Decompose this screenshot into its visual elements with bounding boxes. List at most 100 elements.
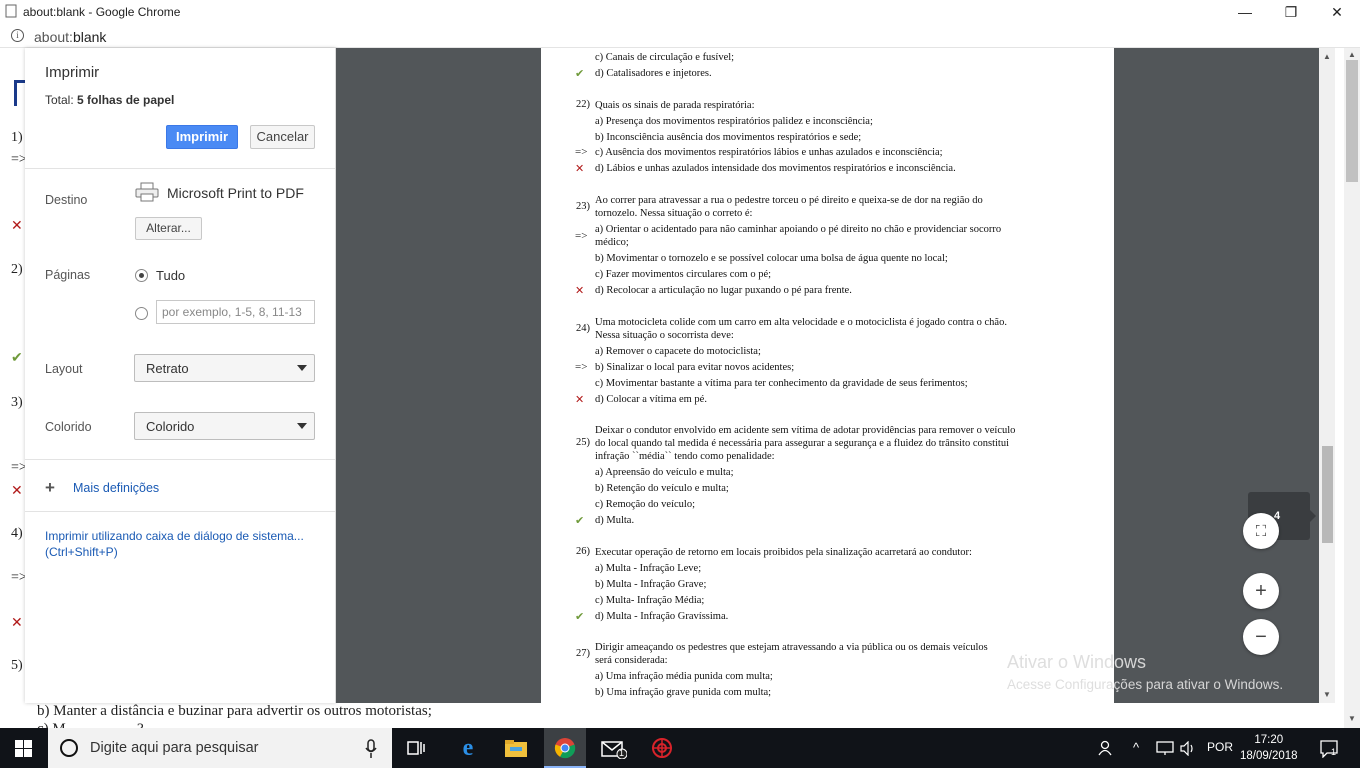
answer-line: d) Catalisadores e injetores. bbox=[595, 68, 712, 79]
pages-custom-radio[interactable] bbox=[135, 307, 148, 320]
mail-badge: 1 bbox=[619, 748, 625, 758]
more-settings-link[interactable]: + Mais definições bbox=[45, 478, 159, 498]
url-scheme: about: bbox=[34, 29, 73, 45]
windows-activation-watermark: Ativar o Windows Acesse Configurações pa… bbox=[1007, 652, 1283, 692]
question-text: Dirigir ameaçando os pedestres que estej… bbox=[595, 642, 988, 666]
bg-line: b) Manter a distância e buzinar para adv… bbox=[37, 703, 432, 719]
tray-chevron-icon[interactable]: ^ bbox=[1133, 740, 1139, 755]
answer-line: b) Inconsciência ausência dos movimentos… bbox=[595, 132, 862, 143]
zoom-out-button[interactable]: − bbox=[1243, 619, 1279, 655]
divider bbox=[25, 511, 335, 512]
clock-time: 17:20 bbox=[1254, 734, 1284, 746]
bg-item: 1) bbox=[11, 130, 23, 145]
question-text: Executar operação de retorno em locais p… bbox=[595, 547, 972, 558]
system-dialog-text: Imprimir utilizando caixa de diálogo de … bbox=[45, 529, 304, 543]
answer-line: b) Movimentar o tornozelo e se possível … bbox=[595, 253, 948, 264]
answer-line: a) Multa - Infração Leve; bbox=[595, 563, 702, 574]
edge-icon[interactable]: e bbox=[454, 734, 482, 762]
scroll-down-arrow-icon[interactable]: ▼ bbox=[1319, 690, 1335, 699]
system-dialog-link[interactable]: Imprimir utilizando caixa de diálogo de … bbox=[45, 528, 325, 560]
volume-icon[interactable] bbox=[1180, 741, 1196, 756]
color-label: Colorido bbox=[45, 420, 92, 434]
question-number: 26) bbox=[576, 546, 590, 557]
scroll-down-arrow-icon[interactable]: ▼ bbox=[1344, 714, 1360, 723]
close-window-button[interactable]: ✕ bbox=[1314, 0, 1360, 24]
notification-badge: 1 bbox=[1331, 747, 1337, 757]
zoom-in-button[interactable]: + bbox=[1243, 573, 1279, 609]
answer-line: d) Multa. bbox=[595, 515, 635, 526]
divider bbox=[25, 459, 335, 460]
answer-line: c) Remoção do veículo; bbox=[595, 499, 696, 510]
question-number: 22) bbox=[576, 99, 590, 110]
answer-line: d) Colocar a vítima em pé. bbox=[595, 394, 707, 405]
scroll-up-arrow-icon[interactable]: ▲ bbox=[1319, 52, 1335, 61]
answer-line: b) Uma infração grave punida com multa; bbox=[595, 687, 772, 698]
language-indicator[interactable]: POR bbox=[1207, 740, 1233, 754]
windows-start-icon[interactable] bbox=[15, 740, 32, 757]
question-number: 25) bbox=[576, 437, 590, 448]
answer-line: a) Remover o capacete do motociclista; bbox=[595, 346, 761, 357]
cancel-button[interactable]: Cancelar bbox=[250, 125, 315, 149]
network-icon[interactable] bbox=[1156, 741, 1174, 756]
dropdown-arrow-icon bbox=[297, 365, 307, 371]
antivirus-icon[interactable] bbox=[651, 737, 673, 759]
answer-line: c) Canais de circulação e fusível; bbox=[595, 52, 735, 63]
page-scrollbar[interactable] bbox=[1344, 48, 1360, 728]
preview-scrollbar-thumb[interactable] bbox=[1322, 446, 1333, 543]
taskbar-search[interactable]: Digite aqui para pesquisar bbox=[48, 728, 392, 768]
taskbar-clock[interactable]: 17:20 18/09/2018 bbox=[1240, 732, 1298, 764]
restore-button[interactable]: ❐ bbox=[1268, 0, 1314, 24]
answer-line: a) Uma infração média punida com multa; bbox=[595, 671, 773, 682]
preview-scrollbar[interactable] bbox=[1319, 48, 1335, 703]
arrow-mark-icon: => bbox=[575, 230, 588, 242]
bg-line: c) M... ... ... ... ...? bbox=[37, 721, 144, 728]
answer-line: c) Fazer movimentos circulares com o pé; bbox=[595, 269, 772, 280]
layout-select[interactable]: Retrato bbox=[134, 354, 315, 382]
answer-line: c) Ausência dos movimentos respiratórios… bbox=[595, 147, 943, 158]
answer-line: c) Multa- Infração Média; bbox=[595, 595, 705, 606]
activation-title: Ativar o Windows bbox=[1007, 652, 1147, 672]
pages-all-radio[interactable] bbox=[135, 269, 148, 282]
bg-item: 3) bbox=[11, 395, 23, 410]
more-settings-label: Mais definições bbox=[73, 481, 160, 495]
minimize-button[interactable]: — bbox=[1222, 0, 1268, 24]
people-icon[interactable] bbox=[1097, 739, 1113, 757]
address-bar[interactable] bbox=[0, 24, 1360, 48]
info-icon[interactable]: i bbox=[11, 29, 24, 42]
url-text[interactable]: about:blank bbox=[34, 29, 106, 45]
window-titlebar bbox=[0, 0, 1360, 24]
file-explorer-icon[interactable] bbox=[504, 739, 528, 758]
arrow-mark-icon: => bbox=[575, 361, 588, 373]
pages-label: Páginas bbox=[45, 268, 91, 282]
question-text: Uma motocicleta colide com um carro em a… bbox=[595, 317, 1007, 341]
answer-line: a) Apreensão do veículo e multa; bbox=[595, 467, 734, 478]
pages-all-label[interactable]: Tudo bbox=[156, 268, 185, 283]
bg-check-mark-icon: ✔ bbox=[11, 351, 23, 366]
dropdown-arrow-icon bbox=[297, 423, 307, 429]
color-select[interactable]: Colorido bbox=[134, 412, 315, 440]
cortana-icon bbox=[60, 739, 78, 757]
arrow-mark-icon: => bbox=[575, 146, 588, 158]
divider bbox=[25, 168, 335, 169]
fit-to-page-icon[interactable]: ⛶ bbox=[1243, 513, 1279, 549]
total-label: Total: bbox=[45, 93, 74, 107]
bg-item: 5) bbox=[11, 658, 23, 673]
bg-x-mark-icon: ✕ bbox=[11, 219, 23, 234]
task-view-icon[interactable] bbox=[406, 738, 426, 758]
microphone-icon[interactable] bbox=[364, 739, 378, 759]
bg-x-mark-icon: ✕ bbox=[11, 484, 23, 499]
print-settings-panel: Imprimir Total: 5 folhas de papel Imprim… bbox=[25, 48, 336, 703]
question-number: 24) bbox=[576, 323, 590, 334]
scroll-up-arrow-icon[interactable]: ▲ bbox=[1344, 50, 1360, 59]
notifications-icon[interactable] bbox=[1320, 740, 1340, 758]
answer-line: d) Lábios e unhas azulados intensidade d… bbox=[595, 163, 956, 174]
change-destination-button[interactable]: Alterar... bbox=[135, 217, 202, 240]
pages-input[interactable]: por exemplo, 1-5, 8, 11-13 bbox=[156, 300, 315, 324]
clock-date: 18/09/2018 bbox=[1240, 750, 1298, 762]
activation-subtitle: Acesse Configurações para ativar o Windo… bbox=[1007, 677, 1284, 692]
print-preview[interactable]: c) Canais de circulação e fusível; ✔ d) … bbox=[336, 48, 1319, 703]
question-number: 23) bbox=[576, 201, 590, 212]
x-mark-icon: ✕ bbox=[575, 285, 585, 297]
page-scrollbar-thumb[interactable] bbox=[1346, 60, 1358, 182]
print-button[interactable]: Imprimir bbox=[166, 125, 238, 149]
